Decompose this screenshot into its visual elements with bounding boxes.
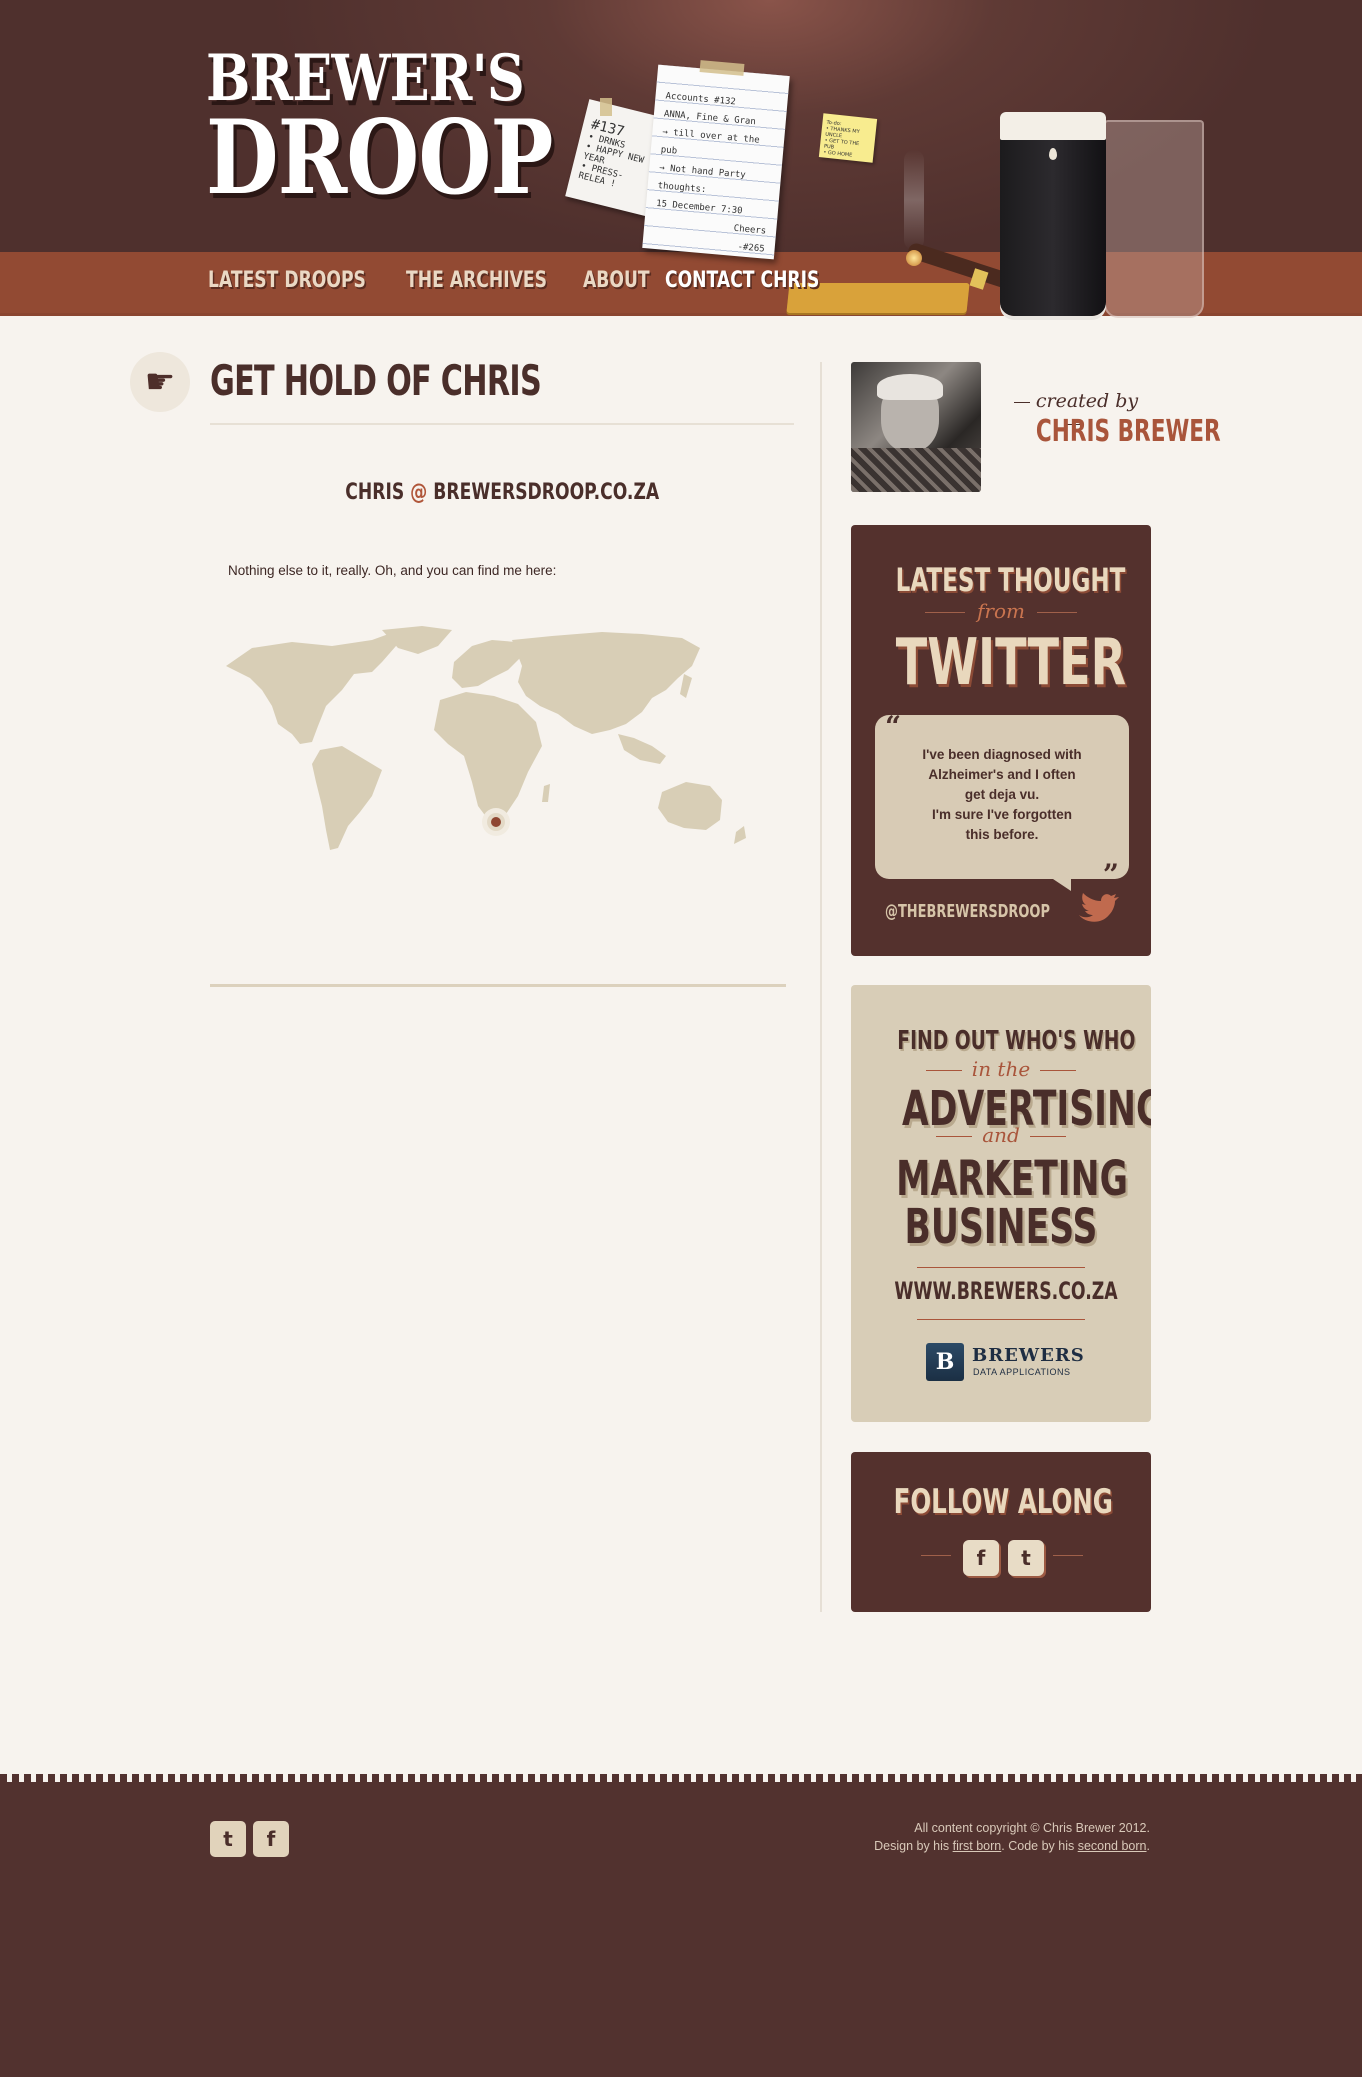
ad-line-1: FIND OUT WHO'S WHO	[851, 1025, 1151, 1056]
site-footer	[0, 1782, 1362, 2077]
brewers-brand-name: BREWERS	[972, 1345, 1085, 1366]
content-bottom-divider	[210, 984, 786, 987]
droplet-icon	[1049, 148, 1057, 160]
email-user: CHRIS	[345, 480, 404, 505]
twitter-icon[interactable]: t	[1008, 1540, 1044, 1576]
nav-contact-chris[interactable]: CONTACT CHRIS	[665, 268, 819, 293]
brewers-ad-panel[interactable]: FIND OUT WHO'S WHO in the ADVERTISING an…	[851, 985, 1151, 1422]
ad-line-1-text: FIND OUT WHO'S WHO	[897, 1026, 1136, 1056]
nav-the-archives[interactable]: THE ARCHIVES	[406, 268, 547, 293]
ad-url-text: WWW.BREWERS.CO.ZA	[894, 1277, 1118, 1305]
sidebar-divider	[820, 362, 822, 1612]
footer-credits: All content copyright © Chris Brewer 201…	[874, 1819, 1150, 1855]
empty-glass-icon	[1104, 120, 1204, 318]
copyright-text: All content copyright © Chris Brewer 201…	[914, 1821, 1150, 1835]
large-note-paper: Accounts #132 ANNA, Fine & Gran → till o…	[642, 64, 790, 260]
contact-email-link[interactable]: CHRIS @ BREWERSDROOP.CO.ZA	[210, 480, 794, 505]
footer-twitter-icon[interactable]: t	[210, 1821, 246, 1857]
tweet-line: get deja vu.	[964, 787, 1040, 802]
follow-heading: FOLLOW ALONG	[851, 1482, 1151, 1522]
twitter-bird-icon[interactable]	[1077, 893, 1119, 927]
credits-suffix: .	[1146, 1839, 1150, 1853]
japan-shape	[680, 674, 692, 698]
twitter-heading-1: LATEST THOUGHT	[851, 561, 1151, 599]
tweet-line: I've been diagnosed with	[922, 747, 1082, 762]
follow-heading-text: FOLLOW ALONG	[893, 1482, 1113, 1522]
brewers-brand-subtitle: DATA APPLICATIONS	[973, 1367, 1071, 1377]
site-logo[interactable]: BREWER'S DROOP	[206, 47, 629, 218]
avatar-hair	[877, 374, 943, 400]
follow-rule-left	[921, 1555, 951, 1556]
ad-line-6: BUSINESS	[851, 1199, 1151, 1255]
creator-name-text: CHRIS BREWER	[1035, 414, 1221, 449]
nav-about[interactable]: ABOUT	[583, 268, 650, 293]
twitter-heading-3: TWITTER	[851, 625, 1151, 700]
avatar-shirt	[851, 448, 981, 492]
contact-intro-text: Nothing else to it, really. Oh, and you …	[228, 563, 557, 578]
africa-shape	[434, 692, 542, 822]
tweet-line: I'm sure I've forgotten	[932, 807, 1072, 822]
close-quote-icon: ”	[1102, 858, 1119, 891]
twitter-panel: LATEST THOUGHT from TWITTER “ I've been …	[851, 525, 1151, 956]
europe-shape	[452, 640, 522, 688]
twitter-heading-2: from	[851, 599, 1151, 623]
footer-facebook-icon[interactable]: f	[253, 1821, 289, 1857]
south-america-shape	[312, 746, 382, 850]
open-quote-icon: “	[885, 710, 902, 743]
ad-rule-top	[917, 1267, 1085, 1268]
ad-url: WWW.BREWERS.CO.ZA	[851, 1277, 1151, 1306]
ad-line-2: in the	[851, 1057, 1151, 1081]
ad-rule-bottom	[917, 1319, 1085, 1320]
ad-line-6-text: BUSINESS	[904, 1199, 1098, 1255]
twitter-heading-3-text: TWITTER	[895, 626, 1127, 700]
sticky-note: To-do: • THANKS MY UNCLE • GET TO THE PU…	[818, 113, 878, 163]
tape-strip	[600, 98, 612, 116]
twitter-handle-text: @THEBREWERSDROOP	[885, 901, 1050, 922]
location-pin-icon	[491, 817, 501, 827]
logo-line-2: DROOP	[206, 98, 553, 218]
design-prefix: Design by his	[874, 1839, 953, 1853]
title-divider	[210, 423, 794, 425]
smoke-wisp	[904, 150, 924, 250]
world-map	[226, 626, 746, 850]
madagascar-shape	[542, 784, 550, 802]
code-prefix: . Code by his	[1001, 1839, 1078, 1853]
credits-line: Design by his first born. Code by his se…	[874, 1837, 1150, 1855]
main-navigation: LATEST DROOPS THE ARCHIVES ABOUT CONTACT…	[208, 268, 833, 293]
brewers-logo-icon: B	[926, 1343, 964, 1381]
nav-latest-droops[interactable]: LATEST DROOPS	[208, 268, 366, 293]
australia-shape	[658, 782, 722, 830]
tweet-line: Alzheimer's and I often	[928, 767, 1076, 782]
new-zealand-shape	[734, 826, 746, 844]
twitter-heading-1-text: LATEST THOUGHT	[895, 561, 1126, 599]
ad-line-4: and	[851, 1123, 1151, 1147]
email-domain: BREWERSDROOP.CO.ZA	[433, 480, 659, 505]
southeast-asia-shape	[618, 734, 666, 764]
author-avatar	[851, 362, 981, 492]
first-born-link[interactable]: first born	[953, 1839, 1002, 1853]
stout-glass-icon	[1000, 112, 1106, 316]
asia-shape	[512, 632, 700, 734]
tweet-line: this before.	[965, 827, 1039, 842]
tweet-bubble: “ I've been diagnosed with Alzheimer's a…	[875, 710, 1129, 889]
north-america-shape	[226, 632, 396, 744]
second-born-link[interactable]: second born	[1078, 1839, 1147, 1853]
follow-panel: FOLLOW ALONG f t	[851, 1452, 1151, 1612]
page-title: GET HOLD OF CHRIS	[210, 356, 542, 405]
cigar-ember	[906, 250, 922, 266]
beer-foam	[1000, 112, 1106, 140]
pointing-hand-icon: ☛	[130, 352, 190, 412]
facebook-icon[interactable]: f	[963, 1540, 999, 1576]
tweet-bubble-tail	[1047, 875, 1071, 891]
email-at-symbol: @	[409, 480, 428, 505]
follow-rule-right	[1053, 1555, 1083, 1556]
creator-name: CHRIS BREWER	[1000, 414, 1221, 449]
